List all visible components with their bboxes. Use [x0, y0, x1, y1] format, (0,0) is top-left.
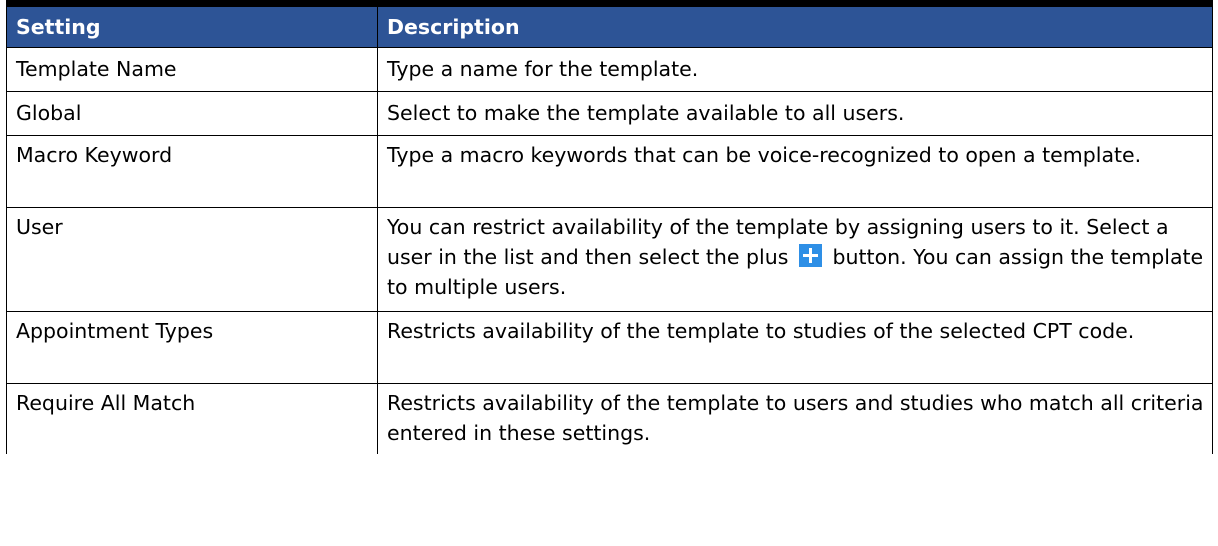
- table-row: Appointment Types Restricts availability…: [6, 311, 1213, 384]
- setting-cell: Global: [6, 91, 378, 136]
- plus-icon: [798, 244, 822, 267]
- table-row: Require All Match Restricts availability…: [6, 383, 1213, 454]
- setting-cell: Appointment Types: [6, 311, 378, 384]
- header-setting: Setting: [6, 0, 378, 48]
- settings-table: Setting Description Template Name Type a…: [6, 0, 1213, 454]
- setting-cell: Template Name: [6, 47, 378, 92]
- description-cell: You can restrict availability of the tem…: [377, 207, 1213, 312]
- table-row: Macro Keyword Type a macro keywords that…: [6, 135, 1213, 208]
- table-row: Template Name Type a name for the templa…: [6, 47, 1213, 92]
- setting-cell: Require All Match: [6, 383, 378, 454]
- header-description: Description: [377, 0, 1213, 48]
- description-cell: Restricts availability of the template t…: [377, 311, 1213, 384]
- table-row: Global Select to make the template avail…: [6, 91, 1213, 136]
- setting-cell: User: [6, 207, 378, 312]
- description-cell: Type a macro keywords that can be voice-…: [377, 135, 1213, 208]
- description-cell: Type a name for the template.: [377, 47, 1213, 92]
- setting-cell: Macro Keyword: [6, 135, 378, 208]
- description-cell: Select to make the template available to…: [377, 91, 1213, 136]
- table-header-row: Setting Description: [6, 0, 1213, 48]
- table-row: User You can restrict availability of th…: [6, 207, 1213, 312]
- description-cell: Restricts availability of the template t…: [377, 383, 1213, 454]
